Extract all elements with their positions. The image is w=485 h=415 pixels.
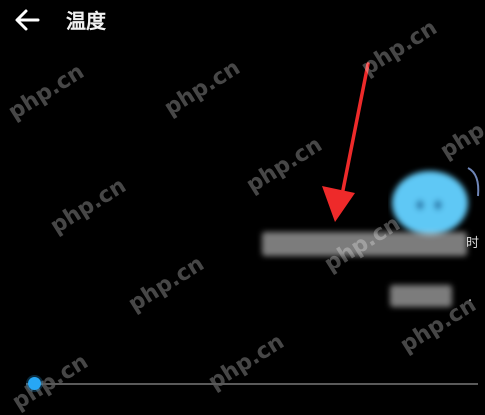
slider-thumb[interactable]	[28, 377, 42, 390]
red-arrow-annotation	[322, 62, 370, 222]
temperature-slider[interactable]	[16, 374, 478, 394]
slider-track[interactable]	[26, 383, 478, 385]
